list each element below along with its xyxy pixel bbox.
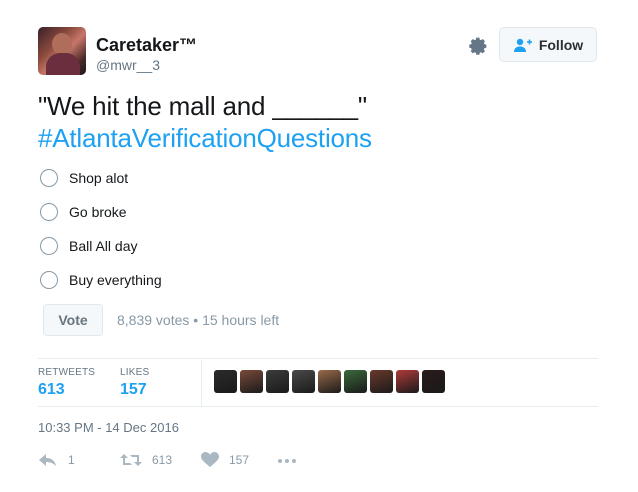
reply-icon xyxy=(39,454,56,466)
radio-button[interactable] xyxy=(40,237,58,255)
dot xyxy=(292,459,296,463)
likes-count[interactable]: 157 xyxy=(120,381,147,399)
liker-avatar[interactable] xyxy=(344,370,367,393)
avatar[interactable] xyxy=(38,27,86,75)
radio-button[interactable] xyxy=(40,203,58,221)
reply-button[interactable]: 1 xyxy=(38,452,75,468)
poll-option-1[interactable]: Shop alot xyxy=(40,166,128,190)
liker-avatar[interactable] xyxy=(422,370,445,393)
timestamp[interactable]: 10:33 PM - 14 Dec 2016 xyxy=(38,420,179,435)
heart-icon xyxy=(201,452,219,467)
poll-option-label: Buy everything xyxy=(69,272,162,288)
poll-option-label: Ball All day xyxy=(69,238,138,254)
stats-divider xyxy=(201,360,202,406)
vote-button[interactable]: Vote xyxy=(43,304,103,336)
retweets-label: RETWEETS xyxy=(38,367,96,378)
liker-avatar[interactable] xyxy=(318,370,341,393)
likers-avatars xyxy=(214,370,445,393)
user-handle[interactable]: @mwr__3 xyxy=(96,57,160,73)
retweet-button[interactable]: 613 xyxy=(120,452,172,468)
add-user-icon xyxy=(513,38,532,52)
poll-option-label: Go broke xyxy=(69,204,127,220)
retweets-count[interactable]: 613 xyxy=(38,381,65,399)
avatar-face xyxy=(52,33,72,55)
follow-button[interactable]: Follow xyxy=(499,27,597,62)
poll-option-4[interactable]: Buy everything xyxy=(40,268,162,292)
liker-avatar[interactable] xyxy=(396,370,419,393)
hashtag-link[interactable]: #AtlantaVerificationQuestions xyxy=(38,122,372,154)
follow-button-label: Follow xyxy=(538,36,584,53)
avatar-body xyxy=(46,53,80,75)
poll-option-label: Shop alot xyxy=(69,170,129,186)
reply-count: 1 xyxy=(68,453,75,467)
gear-icon[interactable] xyxy=(467,35,489,57)
like-button[interactable]: 157 xyxy=(201,452,249,468)
tweet-text: "We hit the mall and ______" #AtlantaVer… xyxy=(38,90,372,154)
liker-avatar[interactable] xyxy=(370,370,393,393)
likes-label: LIKES xyxy=(120,367,150,378)
liker-avatar[interactable] xyxy=(214,370,237,393)
liker-avatar[interactable] xyxy=(266,370,289,393)
divider xyxy=(38,406,598,407)
radio-button[interactable] xyxy=(40,169,58,187)
more-options-icon[interactable] xyxy=(278,452,300,470)
radio-button[interactable] xyxy=(40,271,58,289)
poll-option-2[interactable]: Go broke xyxy=(40,200,127,224)
poll-meta: 8,839 votes • 15 hours left xyxy=(117,312,280,328)
dot xyxy=(285,459,289,463)
user-name[interactable]: Caretaker™ xyxy=(96,35,197,56)
dot xyxy=(278,459,282,463)
tweet-body: "We hit the mall and ______" xyxy=(38,91,367,121)
like-count: 157 xyxy=(229,453,250,467)
liker-avatar[interactable] xyxy=(240,370,263,393)
liker-avatar[interactable] xyxy=(292,370,315,393)
divider xyxy=(38,358,598,359)
poll-option-3[interactable]: Ball All day xyxy=(40,234,137,258)
retweet-count: 613 xyxy=(152,453,173,467)
retweet-icon xyxy=(120,454,142,466)
